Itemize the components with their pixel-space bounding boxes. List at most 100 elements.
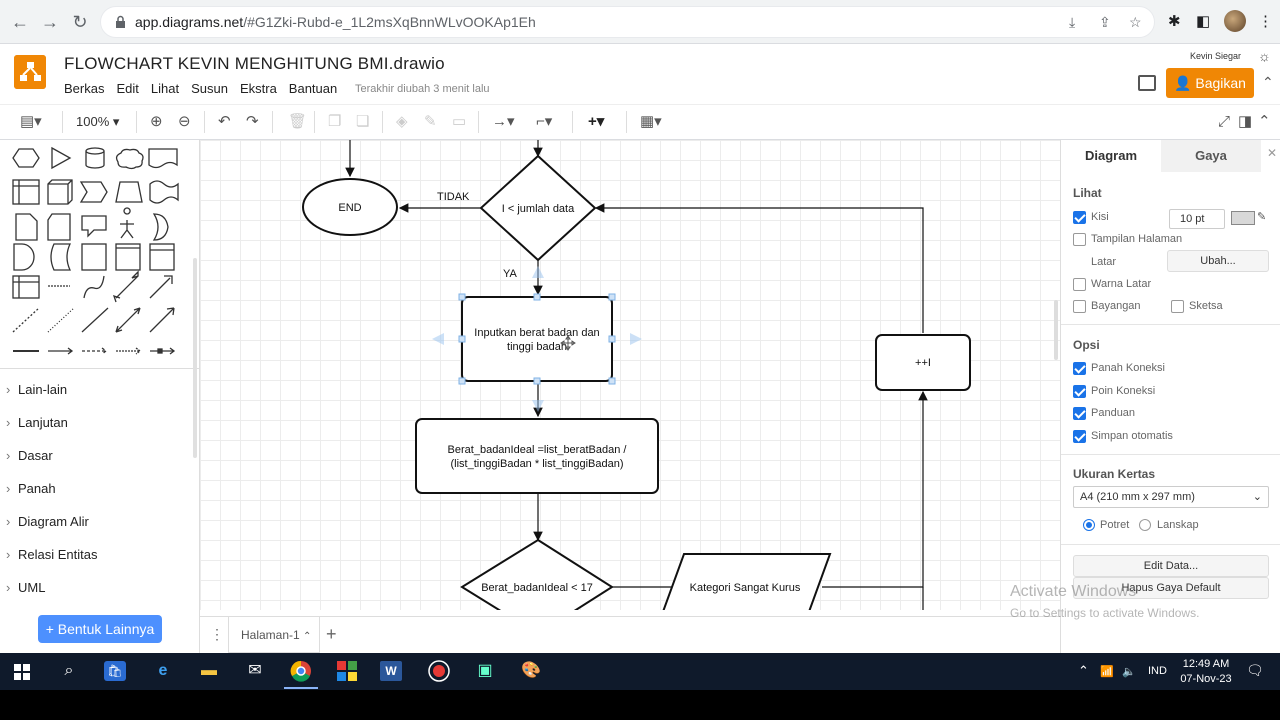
shadow-checkbox[interactable] <box>1073 300 1086 313</box>
forward-icon[interactable]: → <box>38 10 62 34</box>
document-title[interactable]: FLOWCHART KEVIN MENGHITUNG BMI.drawio <box>64 54 445 74</box>
install-icon[interactable]: ⤓ <box>1069 14 1075 31</box>
cylinder-shape[interactable] <box>85 147 105 169</box>
card-shape[interactable] <box>47 213 71 241</box>
mail-icon[interactable]: ✉ <box>242 659 268 683</box>
last-saved-status[interactable]: Terakhir diubah 3 menit lalu <box>355 83 490 95</box>
word-icon[interactable]: W <box>380 661 402 681</box>
insert-icon[interactable]: +▾ <box>588 113 604 131</box>
curve-shape[interactable] <box>83 275 105 299</box>
edit-data-button[interactable]: Edit Data... <box>1073 555 1269 577</box>
paint-icon[interactable]: 🎨 <box>518 659 544 683</box>
connection-icon[interactable]: →▾ <box>492 113 515 131</box>
bookmark-star-icon[interactable]: ☆ <box>1129 14 1142 31</box>
category-uml[interactable]: UML <box>0 576 199 609</box>
to-front-icon[interactable]: ❐ <box>328 113 341 131</box>
dotted-line-shape[interactable] <box>47 307 75 333</box>
connector-to-increment[interactable] <box>822 390 928 588</box>
pages-menu-icon[interactable]: ⋮ <box>210 626 224 643</box>
diagram-canvas[interactable]: END I < jumlah data TIDAK YA Inputkan be… <box>200 140 1060 610</box>
directional-connector-shape[interactable] <box>149 307 175 333</box>
wifi-icon[interactable]: 📶 <box>1100 665 1114 678</box>
file-explorer-icon[interactable]: ▬ <box>196 659 222 683</box>
collapse-header-icon[interactable]: ⌃ <box>1262 74 1274 91</box>
menu-ekstra[interactable]: Ekstra <box>240 81 277 96</box>
app-icon[interactable]: ▣ <box>472 659 498 683</box>
user-name[interactable]: Kevin Siegar <box>1190 51 1241 61</box>
record-icon[interactable] <box>426 659 452 683</box>
autosave-checkbox[interactable] <box>1073 430 1086 443</box>
notification-icon[interactable]: 🗨 <box>1246 662 1264 679</box>
list-shape[interactable] <box>149 243 175 271</box>
undo-icon[interactable]: ↶ <box>218 113 231 131</box>
chrome-icon[interactable] <box>284 659 318 689</box>
fullscreen-icon[interactable]: ⤢ <box>1218 113 1230 131</box>
tab-gaya[interactable]: Gaya <box>1161 140 1261 172</box>
bg-color-checkbox[interactable] <box>1073 278 1086 291</box>
connection-arrows-checkbox[interactable] <box>1073 362 1086 375</box>
category-lain-lain[interactable]: Lain-lain <box>0 378 199 411</box>
category-lanjutan[interactable]: Lanjutan <box>0 411 199 444</box>
menu-bantuan[interactable]: Bantuan <box>289 81 337 96</box>
menu-lihat[interactable]: Lihat <box>151 81 179 96</box>
table-shape[interactable] <box>12 275 40 299</box>
category-diagram-alir[interactable]: Diagram Alir <box>0 510 199 543</box>
document-shape[interactable] <box>148 148 178 169</box>
fill-color-icon[interactable]: ◈ <box>396 113 408 131</box>
volume-icon[interactable]: 🔈 <box>1122 665 1136 678</box>
sidebar-scrollbar[interactable] <box>193 258 197 458</box>
clock[interactable]: 12:49 AM 07-Nov-23 <box>1176 657 1236 687</box>
connector-loop-back[interactable] <box>594 203 924 333</box>
search-icon[interactable]: ⌕ <box>56 659 82 683</box>
more-shapes-button[interactable]: + Bentuk Lainnya <box>38 615 162 643</box>
dotted-connector-shape[interactable] <box>116 347 142 355</box>
hexagon-shape[interactable] <box>12 148 40 168</box>
comment-icon[interactable] <box>1138 75 1156 91</box>
menu-susun[interactable]: Susun <box>191 81 228 96</box>
tab-diagram[interactable]: Diagram <box>1061 140 1161 172</box>
profile-avatar[interactable] <box>1224 10 1246 32</box>
delay-shape[interactable] <box>13 243 35 271</box>
internal-storage-shape[interactable] <box>12 179 40 205</box>
format-panel-icon[interactable]: ◨ <box>1238 113 1252 131</box>
chrome-menu-icon[interactable]: ⋮ <box>1258 12 1273 30</box>
bidirectional-connector-shape[interactable] <box>115 307 141 333</box>
collapse-icon[interactable]: ⌃ <box>1258 113 1271 131</box>
condition2-diamond[interactable] <box>460 538 614 610</box>
menu-berkas[interactable]: Berkas <box>64 81 104 96</box>
to-back-icon[interactable]: ❏ <box>356 113 369 131</box>
address-bar[interactable]: app.diagrams.net/#G1Zki-Rubd-e_1L2msXqBn… <box>100 6 1155 38</box>
stored-data-shape[interactable] <box>50 243 72 271</box>
grid-color-swatch[interactable] <box>1231 211 1255 225</box>
triangle-shape[interactable] <box>51 146 72 170</box>
extensions-icon[interactable]: ✱ <box>1168 12 1181 30</box>
arrow-shape[interactable] <box>149 275 173 299</box>
cube-shape[interactable] <box>47 179 73 205</box>
actor-shape[interactable] <box>120 207 134 239</box>
tape-shape[interactable] <box>149 180 179 204</box>
language-indicator[interactable]: IND <box>1148 665 1167 677</box>
store-icon[interactable]: 🛍 <box>104 661 126 681</box>
windows-start-icon[interactable] <box>14 664 30 680</box>
dashed-connector-shape[interactable] <box>82 347 108 355</box>
connector-shape[interactable] <box>48 347 74 355</box>
change-background-button[interactable]: Ubah... <box>1167 250 1269 272</box>
theme-icon[interactable]: ☼ <box>1258 48 1271 64</box>
or-shape[interactable] <box>152 213 169 241</box>
trapezoid-shape[interactable] <box>115 181 143 203</box>
redo-icon[interactable]: ↷ <box>246 113 259 131</box>
chevron-up-icon[interactable]: ⌃ <box>303 631 311 642</box>
view-panel-icon[interactable]: ▤▾ <box>20 113 42 131</box>
delete-icon[interactable]: 🗑 <box>288 113 307 131</box>
share-button[interactable]: 👤 Bagikan <box>1166 68 1254 98</box>
canvas-vscroll[interactable] <box>1054 300 1058 360</box>
shadow-icon[interactable]: ▭ <box>452 113 466 131</box>
reload-icon[interactable]: ↻ <box>68 10 92 34</box>
edge-icon[interactable]: e <box>150 659 176 683</box>
callout-shape[interactable] <box>81 215 107 238</box>
line-color-icon[interactable]: ✎ <box>424 113 437 131</box>
connection-points-checkbox[interactable] <box>1073 385 1086 398</box>
menu-edit[interactable]: Edit <box>116 81 138 96</box>
category-dasar[interactable]: Dasar <box>0 444 199 477</box>
pencil-icon[interactable]: ✎ <box>1257 210 1266 223</box>
